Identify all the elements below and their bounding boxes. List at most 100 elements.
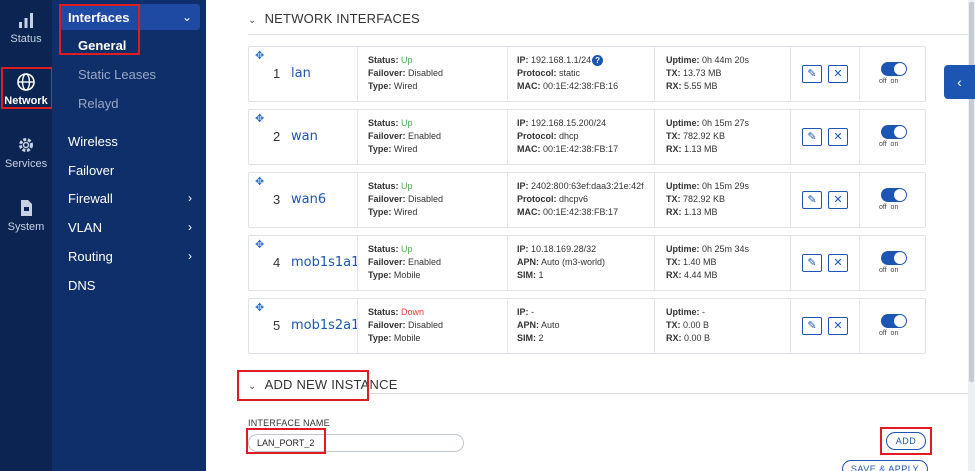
protocol-value: dhcpv6 — [559, 194, 589, 204]
add-new-instance-title-text: ADD NEW INSTANCE — [264, 377, 398, 392]
subnav-dns[interactable]: DNS — [68, 278, 95, 293]
status-value: Up — [401, 181, 413, 191]
toggle-off-label: off — [879, 78, 887, 85]
subnav-relayd[interactable]: Relayd — [78, 96, 118, 111]
mac-value: 00:1E:42:38:FB:17 — [543, 144, 619, 154]
chevron-down-icon[interactable]: ⌄ — [248, 15, 257, 26]
subnav-interfaces[interactable]: Interfaces — [68, 10, 129, 25]
status-label: Status: — [368, 118, 399, 128]
delete-button[interactable]: ✕ — [828, 128, 848, 146]
type-value: Wired — [393, 81, 418, 91]
help-icon[interactable]: ? — [592, 55, 604, 67]
subnav-general[interactable]: General — [78, 38, 126, 53]
status-label: Status: — [368, 244, 399, 254]
column-divider — [507, 47, 508, 101]
column-divider — [654, 236, 655, 290]
mac-label: MAC: — [517, 81, 541, 91]
drag-handle-icon[interactable]: ✥ — [255, 49, 264, 62]
rail-system[interactable]: System — [0, 190, 52, 250]
chevron-right-icon[interactable]: › — [188, 191, 192, 205]
drag-handle-icon[interactable]: ✥ — [255, 238, 264, 251]
network-interfaces-title-text: NETWORK INTERFACES — [264, 11, 420, 26]
chevron-right-icon[interactable]: › — [188, 249, 192, 263]
delete-button[interactable]: ✕ — [828, 254, 848, 272]
enable-toggle[interactable] — [881, 251, 907, 265]
chevron-down-icon[interactable]: ⌄ — [248, 381, 257, 392]
side-panel-toggle[interactable]: ‹ — [944, 65, 975, 99]
enable-toggle[interactable] — [881, 188, 907, 202]
mac-value: 00:1E:42:38:FB:17 — [543, 207, 619, 217]
edit-button[interactable]: ✎ — [802, 317, 822, 335]
enable-toggle[interactable] — [881, 62, 907, 76]
uptime-label: Uptime: — [666, 118, 700, 128]
delete-button[interactable]: ✕ — [828, 191, 848, 209]
failover-label: Failover: — [368, 68, 406, 78]
status-label: Status: — [368, 55, 399, 65]
chevron-down-icon[interactable]: ⌄ — [182, 10, 192, 24]
status-column: Status: Up Failover: Disabled Type: Wired — [368, 54, 443, 93]
add-new-instance-title[interactable]: ⌄ ADD NEW INSTANCE — [248, 377, 398, 392]
edit-button[interactable]: ✎ — [802, 254, 822, 272]
failover-value: Enabled — [408, 257, 442, 267]
scrollbar-thumb[interactable] — [969, 2, 974, 382]
status-label: Status: — [368, 181, 399, 191]
failover-label: Failover: — [368, 320, 406, 330]
protocol-value: static — [559, 68, 581, 78]
subnav-wireless[interactable]: Wireless — [68, 134, 118, 149]
enable-toggle[interactable] — [881, 314, 907, 328]
add-button[interactable]: ADD — [886, 432, 926, 450]
interface-name-input[interactable] — [248, 434, 464, 452]
file-icon — [21, 200, 32, 216]
subnav-vlan[interactable]: VLAN — [68, 220, 102, 235]
rx-label: RX: — [666, 81, 682, 91]
column-divider — [859, 173, 860, 227]
subnav-routing[interactable]: Routing — [68, 249, 113, 264]
tx-label: TX: — [666, 131, 681, 141]
column-divider — [357, 110, 358, 164]
toggle-labels: off on — [879, 141, 898, 148]
delete-button[interactable]: ✕ — [828, 65, 848, 83]
status-value: Up — [401, 55, 413, 65]
edit-button[interactable]: ✎ — [802, 191, 822, 209]
edit-button[interactable]: ✎ — [802, 65, 822, 83]
chevron-right-icon[interactable]: › — [188, 220, 192, 234]
close-icon: ✕ — [833, 194, 843, 206]
column-divider — [859, 236, 860, 290]
status-value: Down — [401, 307, 425, 317]
close-icon: ✕ — [833, 131, 843, 143]
rx-value: 5.55 MB — [684, 81, 718, 91]
edit-button[interactable]: ✎ — [802, 128, 822, 146]
drag-handle-icon[interactable]: ✥ — [255, 175, 264, 188]
close-icon: ✕ — [833, 68, 843, 80]
address-column: IP: 192.168.15.200/24 Protocol: dhcp MAC: … — [517, 117, 618, 156]
traffic-column: Uptime: 0h 44m 20s TX: 13.73 MB RX: 5.55 M… — [666, 54, 749, 93]
rail-network[interactable]: Network — [0, 64, 52, 124]
protocol-value: Auto — [541, 320, 560, 330]
save-apply-button[interactable]: SAVE & APPLY — [842, 460, 928, 471]
tx-value: 13.73 MB — [683, 68, 722, 78]
tx-value: 1.40 MB — [683, 257, 717, 267]
ip-label: IP: — [517, 244, 529, 254]
type-value: Mobile — [393, 333, 421, 343]
tx-label: TX: — [666, 194, 681, 204]
type-value: Mobile — [393, 270, 421, 280]
uptime-label: Uptime: — [666, 181, 700, 191]
drag-handle-icon[interactable]: ✥ — [255, 301, 264, 314]
uptime-label: Uptime: — [666, 244, 700, 254]
rail-status[interactable]: Status — [0, 2, 52, 62]
interface-name: mob1s1a1 — [291, 255, 360, 270]
drag-handle-icon[interactable]: ✥ — [255, 112, 264, 125]
enable-toggle[interactable] — [881, 125, 907, 139]
subnav-failover[interactable]: Failover — [68, 163, 114, 178]
rx-label: RX: — [666, 270, 682, 280]
uptime-value: - — [702, 307, 706, 317]
subnav-static-leases[interactable]: Static Leases — [78, 67, 156, 82]
ip-value: 10.18.169.28/32 — [531, 244, 597, 254]
interface-card: ✥ 3 wan6 Status: Up Failover: Disabled Type: … — [248, 172, 926, 228]
subnav-firewall[interactable]: Firewall — [68, 191, 113, 206]
bar-chart-icon — [19, 13, 33, 28]
failover-label: Failover: — [368, 194, 406, 204]
rail-system-label: System — [7, 221, 45, 233]
rail-services[interactable]: Services — [0, 127, 52, 187]
delete-button[interactable]: ✕ — [828, 317, 848, 335]
